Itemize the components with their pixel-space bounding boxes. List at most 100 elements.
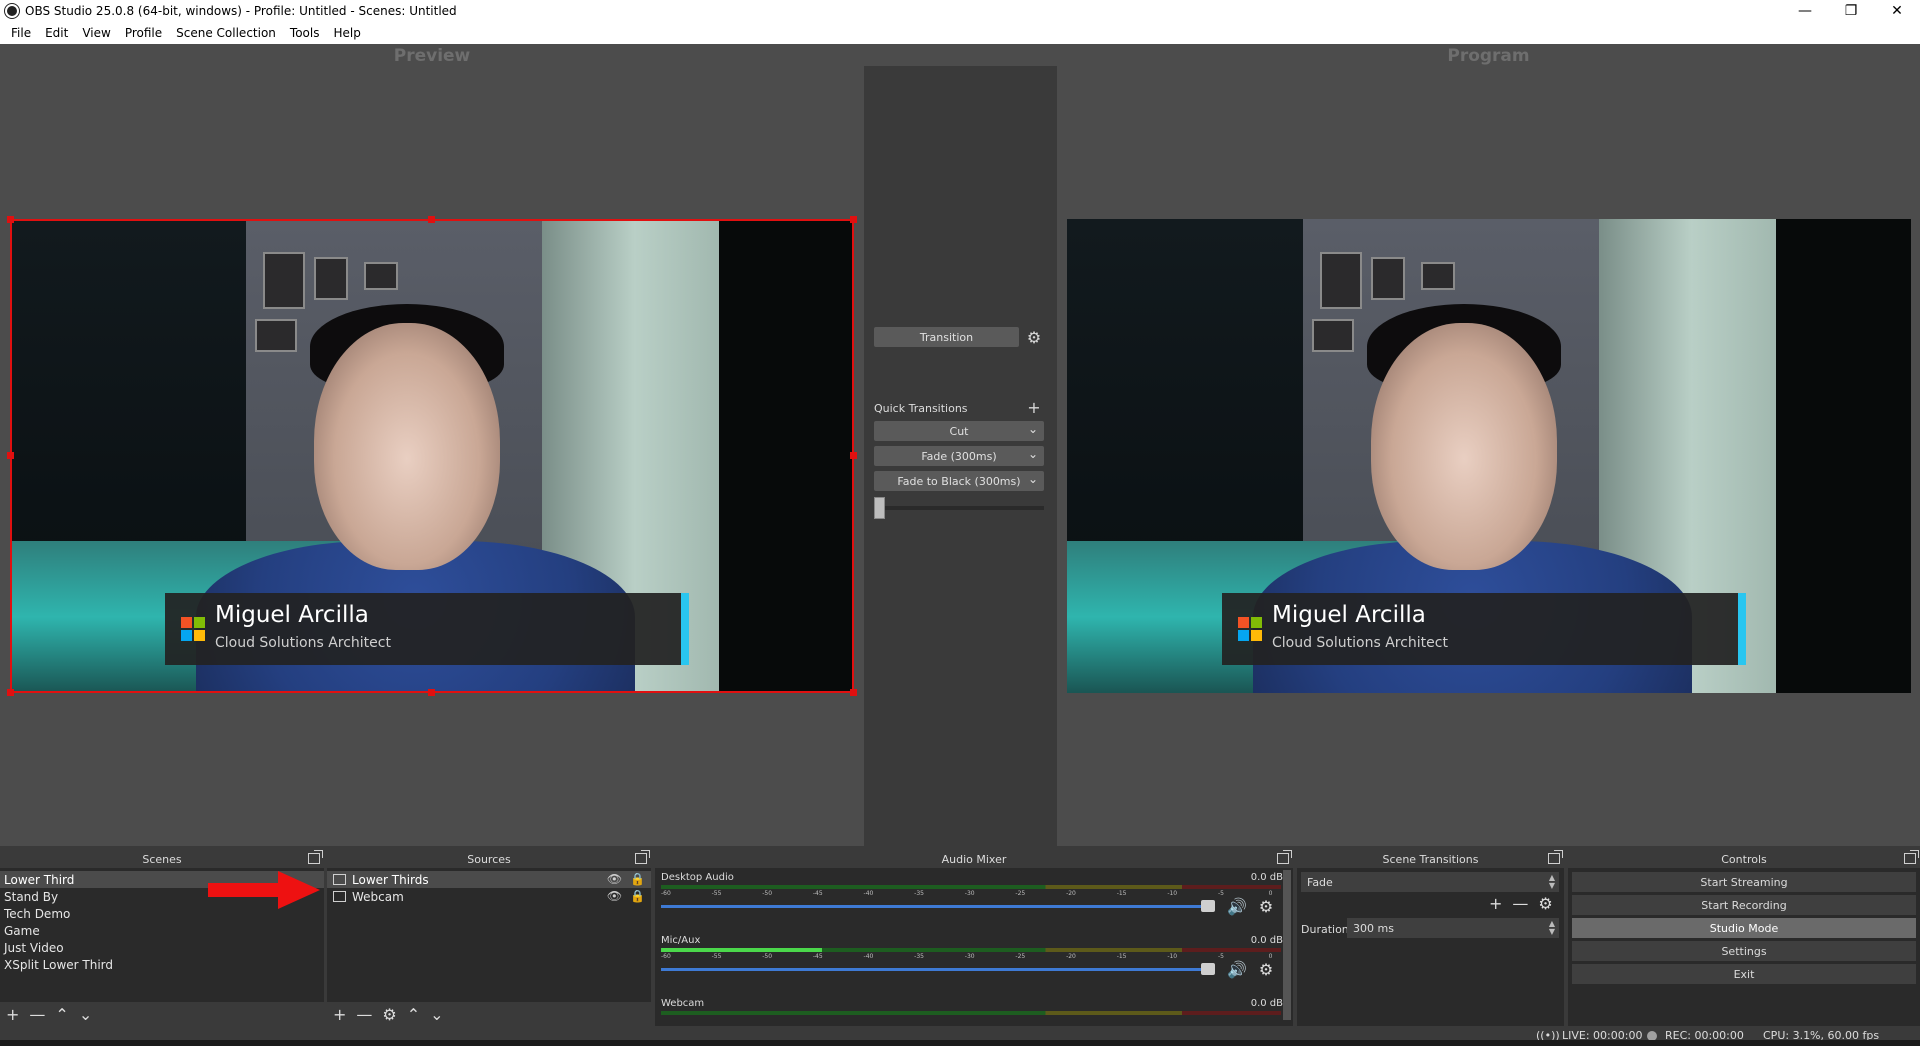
minimize-button[interactable]: —: [1782, 0, 1828, 22]
scene-item-xsplit-lower-third[interactable]: XSplit Lower Third: [0, 956, 324, 973]
undock-icon[interactable]: [1548, 850, 1563, 864]
add-transition-icon[interactable]: +: [1489, 894, 1502, 913]
add-scene-icon[interactable]: +: [6, 1005, 19, 1024]
speaker-icon[interactable]: 🔊: [1227, 897, 1247, 916]
preview-label: Preview: [393, 46, 471, 66]
add-quick-transition-icon[interactable]: +: [1024, 397, 1044, 417]
scenes-toolbar: + — ⌃ ⌄: [0, 1002, 324, 1026]
resize-handle-l[interactable]: [7, 452, 14, 459]
undock-icon[interactable]: [308, 850, 323, 864]
level-meter: [661, 885, 1281, 889]
close-button[interactable]: ✕: [1874, 0, 1920, 22]
meter-tick-label: -10: [1167, 953, 1178, 960]
menu-tools[interactable]: Tools: [283, 26, 327, 40]
gear-icon[interactable]: ⚙: [1259, 897, 1273, 916]
volume-slider[interactable]: [661, 968, 1201, 971]
resize-handle-b[interactable]: [428, 689, 435, 696]
scene-item-just-video[interactable]: Just Video: [0, 939, 324, 956]
remove-transition-icon[interactable]: —: [1512, 894, 1528, 913]
studio-mode-area: Preview Program Miguel Arcilla Cloud Sol…: [0, 44, 1920, 846]
studio-mode-button[interactable]: Studio Mode: [1572, 918, 1916, 938]
add-source-icon[interactable]: +: [333, 1005, 346, 1024]
audio-mixer-title: Audio Mixer: [941, 852, 1007, 866]
quick-transition-cut[interactable]: Cut ⌄: [874, 421, 1044, 441]
source-properties-gear-icon[interactable]: ⚙: [382, 1005, 396, 1024]
sources-toolbar: + — ⚙ ⌃ ⌄: [327, 1002, 651, 1026]
transition-properties-gear-icon[interactable]: ⚙: [1538, 894, 1552, 913]
source-item-lower-thirds[interactable]: Lower Thirds 👁 🔒: [327, 871, 651, 888]
meter-tick-label: -25: [1015, 953, 1026, 960]
t-bar-handle[interactable]: [874, 497, 885, 519]
meter-tick-label: -60: [661, 953, 671, 960]
chevron-down-icon: ⌄: [1027, 447, 1038, 461]
visibility-eye-icon[interactable]: 👁: [607, 872, 622, 886]
exit-button[interactable]: Exit: [1572, 964, 1916, 984]
track-name: Desktop Audio: [661, 872, 734, 883]
move-scene-up-icon[interactable]: ⌃: [55, 1005, 68, 1024]
undock-icon[interactable]: [1904, 850, 1919, 864]
level-meter: [661, 1011, 1281, 1015]
meter-tick-label: -5: [1217, 890, 1224, 897]
settings-button[interactable]: Settings: [1572, 941, 1916, 961]
volume-slider-handle[interactable]: [1201, 963, 1215, 975]
track-name: Mic/Aux: [661, 935, 701, 946]
lower-third-name: Miguel Arcilla: [1271, 601, 1426, 628]
menu-file[interactable]: File: [4, 26, 38, 40]
resize-handle-tl[interactable]: [7, 216, 14, 223]
preview-pane[interactable]: Miguel Arcilla Cloud Solutions Architect: [0, 66, 864, 846]
quick-transition-fade-to-black[interactable]: Fade to Black (300ms) ⌄: [874, 471, 1044, 491]
title-bar: OBS Studio 25.0.8 (64-bit, windows) - Pr…: [0, 0, 1920, 22]
move-source-up-icon[interactable]: ⌃: [407, 1005, 420, 1024]
start-streaming-button[interactable]: Start Streaming: [1572, 872, 1916, 892]
lock-icon[interactable]: 🔒: [630, 889, 645, 903]
level-meter-fill: [661, 948, 823, 952]
remove-source-icon[interactable]: —: [356, 1005, 372, 1024]
resize-handle-tr[interactable]: [850, 216, 857, 223]
gear-icon[interactable]: ⚙: [1259, 960, 1273, 979]
quick-transition-fade[interactable]: Fade (300ms) ⌄: [874, 446, 1044, 466]
resize-handle-t[interactable]: [428, 216, 435, 223]
remove-scene-icon[interactable]: —: [29, 1005, 45, 1024]
meter-tick-label: -40: [863, 953, 874, 960]
speaker-icon[interactable]: 🔊: [1227, 960, 1247, 979]
menu-view[interactable]: View: [75, 26, 117, 40]
scene-transitions-title: Scene Transitions: [1382, 852, 1479, 866]
scene-item-game[interactable]: Game: [0, 922, 324, 939]
undock-icon[interactable]: [1277, 850, 1292, 864]
menu-scene-collection[interactable]: Scene Collection: [169, 26, 283, 40]
menu-help[interactable]: Help: [326, 26, 367, 40]
gear-icon[interactable]: ⚙: [1024, 327, 1044, 347]
scene-transitions-dock: Scene Transitions Fade ▲ ▼ + — ⚙ Duration…: [1297, 850, 1564, 1026]
start-recording-button[interactable]: Start Recording: [1572, 895, 1916, 915]
logo-square-blue: [1237, 629, 1249, 641]
scenes-dock-header: Scenes: [0, 850, 324, 868]
t-bar-track[interactable]: [874, 506, 1044, 510]
program-video: Miguel Arcilla Cloud Solutions Architect: [1067, 219, 1911, 693]
move-source-down-icon[interactable]: ⌄: [430, 1005, 443, 1024]
source-selection-box[interactable]: [10, 219, 854, 693]
mixer-scrollbar[interactable]: [1283, 870, 1291, 1020]
menu-profile[interactable]: Profile: [118, 26, 169, 40]
duration-input[interactable]: 300 ms ▲ ▼: [1347, 918, 1559, 938]
move-scene-down-icon[interactable]: ⌄: [79, 1005, 92, 1024]
resize-handle-r[interactable]: [850, 452, 857, 459]
audio-mixer-header: Audio Mixer: [655, 850, 1293, 868]
meter-ticks: -60 -55 -50 -45 -40 -35 -30 -25 -20 -15 -10 -5 0: [661, 953, 1281, 965]
volume-slider[interactable]: [661, 905, 1201, 908]
maximize-button[interactable]: ❐: [1828, 0, 1874, 22]
volume-slider-handle[interactable]: [1201, 900, 1215, 912]
transition-select[interactable]: Fade ▲ ▼: [1301, 872, 1559, 892]
meter-tick-label: -20: [1066, 890, 1076, 897]
source-item-webcam[interactable]: Webcam 👁 🔒: [327, 888, 651, 905]
menu-edit[interactable]: Edit: [38, 26, 75, 40]
resize-handle-br[interactable]: [850, 689, 857, 696]
obs-logo-icon: [5, 4, 19, 18]
resize-handle-bl[interactable]: [7, 689, 14, 696]
lock-icon[interactable]: 🔒: [630, 872, 645, 886]
transition-button[interactable]: Transition: [874, 327, 1019, 347]
meter-tick-label: -35: [914, 890, 924, 897]
undock-icon[interactable]: [635, 850, 650, 864]
logo-square-red: [1237, 616, 1249, 628]
visibility-eye-icon[interactable]: 👁: [607, 889, 622, 903]
sources-dock-header: Sources: [327, 850, 651, 868]
